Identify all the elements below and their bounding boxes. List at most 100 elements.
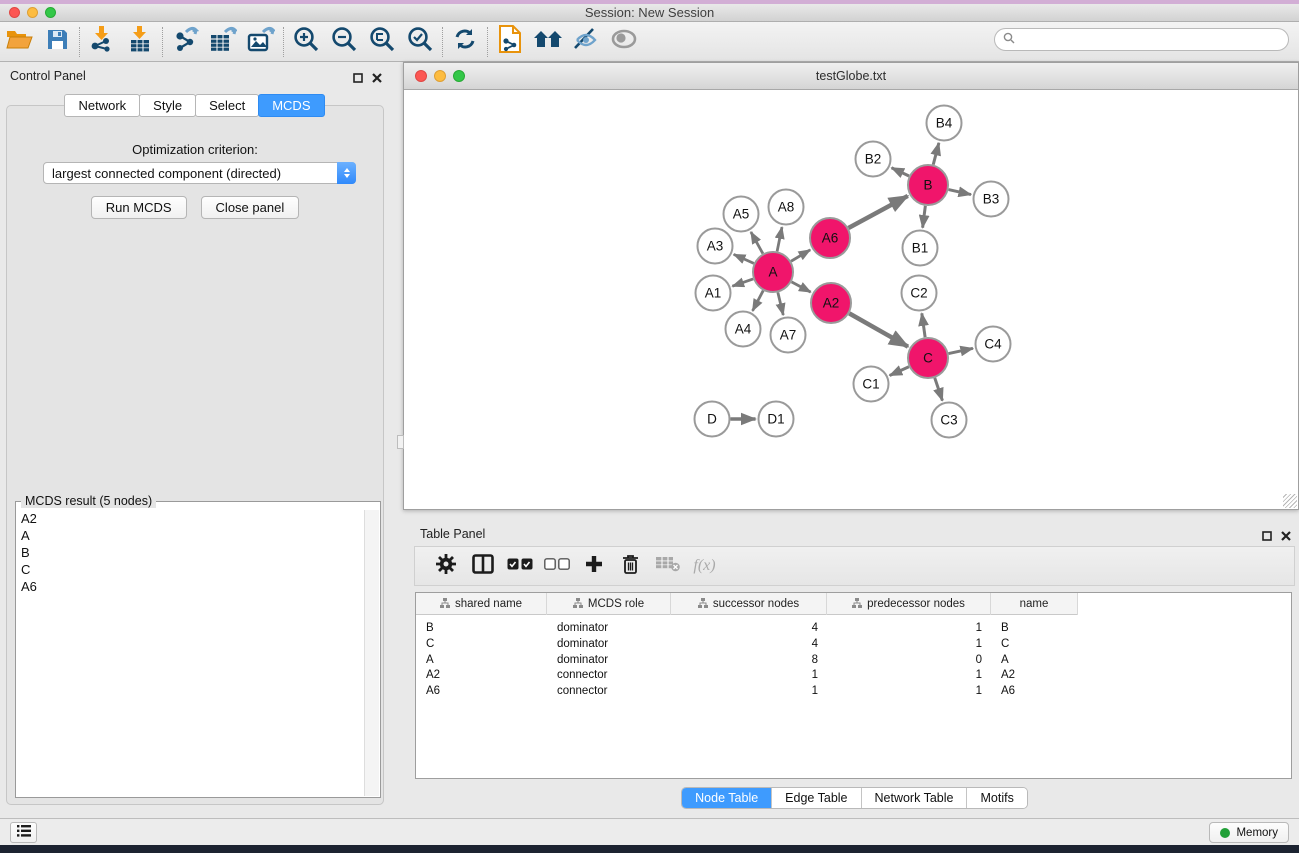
cell-shared-name[interactable]: A — [416, 652, 547, 668]
table-row-B[interactable]: Bdominator41B — [416, 620, 1078, 636]
cell-successor-nodes[interactable]: 8 — [671, 652, 827, 668]
node-B4[interactable]: B4 — [927, 106, 962, 141]
tab-style[interactable]: Style — [139, 94, 196, 117]
window-resize-grip[interactable] — [1283, 494, 1297, 508]
edge-A-A6[interactable] — [791, 250, 810, 261]
node-B1[interactable]: B1 — [903, 231, 938, 266]
column-header-MCDS-role[interactable]: MCDS role — [547, 593, 671, 615]
mcds-result-item[interactable]: B — [17, 544, 365, 561]
memory-button[interactable]: Memory — [1209, 822, 1289, 843]
table-row-A[interactable]: Adominator80A — [416, 652, 1078, 668]
network-close-button[interactable] — [415, 70, 427, 82]
edge-A-A8[interactable] — [777, 227, 782, 251]
split-divider-handle[interactable] — [397, 435, 404, 449]
show-details-button[interactable] — [605, 25, 643, 59]
cell-successor-nodes[interactable]: 1 — [671, 683, 827, 699]
node-D[interactable]: D — [695, 402, 730, 437]
zoom-selected-button[interactable] — [401, 25, 439, 59]
cell-shared-name[interactable]: A2 — [416, 667, 547, 683]
node-A3[interactable]: A3 — [698, 229, 733, 264]
cell-shared-name[interactable]: A6 — [416, 683, 547, 699]
edge-A-A5[interactable] — [751, 232, 763, 254]
cell-predecessor-nodes[interactable]: 1 — [827, 667, 991, 683]
node-A8[interactable]: A8 — [769, 190, 804, 225]
cell-predecessor-nodes[interactable]: 1 — [827, 683, 991, 699]
zoom-window-button[interactable] — [45, 7, 56, 18]
add-column-button[interactable] — [575, 549, 612, 583]
clear-selection-button[interactable] — [538, 549, 575, 583]
node-C4[interactable]: C4 — [976, 327, 1011, 362]
search-input[interactable] — [1020, 33, 1288, 47]
edge-B-B3[interactable] — [948, 190, 970, 195]
cell-predecessor-nodes[interactable]: 1 — [827, 636, 991, 652]
network-graph[interactable]: B4B2BB3A8A5A6A3B1AA1C2A2A4A7C4CC1C3DD1 — [405, 90, 1298, 509]
tab-node-table[interactable]: Node Table — [682, 788, 772, 808]
table-row-C[interactable]: Cdominator41C — [416, 636, 1078, 652]
network-zoom-button[interactable] — [453, 70, 465, 82]
cell-name[interactable]: C — [991, 636, 1078, 652]
cell-name[interactable]: A6 — [991, 683, 1078, 699]
tab-network[interactable]: Network — [64, 94, 140, 117]
cell-successor-nodes[interactable]: 4 — [671, 620, 827, 636]
zoom-fit-button[interactable] — [363, 25, 401, 59]
edge-A6-B[interactable] — [848, 196, 907, 228]
mcds-result-item[interactable]: A — [17, 527, 365, 544]
node-C1[interactable]: C1 — [854, 367, 889, 402]
float-panel-icon[interactable] — [353, 70, 363, 88]
column-header-shared-name[interactable]: shared name — [416, 593, 547, 615]
column-header-successor-nodes[interactable]: successor nodes — [671, 593, 827, 615]
tab-network-table[interactable]: Network Table — [862, 788, 968, 808]
close-panel-icon[interactable] — [372, 70, 382, 88]
edge-C-C2[interactable] — [922, 313, 925, 337]
cell-MCDS-role[interactable]: dominator — [547, 636, 671, 652]
cell-shared-name[interactable]: B — [416, 620, 547, 636]
edge-C-C4[interactable] — [949, 348, 973, 353]
edge-C-C1[interactable] — [890, 367, 909, 376]
new-network-from-file-button[interactable] — [491, 25, 529, 59]
open-session-button[interactable] — [0, 25, 38, 59]
column-header-predecessor-nodes[interactable]: predecessor nodes — [827, 593, 991, 615]
task-history-button[interactable] — [10, 822, 37, 843]
edge-A-A7[interactable] — [778, 292, 783, 315]
export-image-button[interactable] — [242, 25, 280, 59]
hide-details-button[interactable] — [567, 25, 605, 59]
cell-name[interactable]: A2 — [991, 667, 1078, 683]
cell-MCDS-role[interactable]: dominator — [547, 652, 671, 668]
zoom-in-button[interactable] — [287, 25, 325, 59]
delete-column-button[interactable] — [612, 549, 649, 583]
node-A7[interactable]: A7 — [771, 318, 806, 353]
search-field[interactable] — [994, 28, 1289, 51]
edge-A-A1[interactable] — [732, 279, 753, 286]
cell-predecessor-nodes[interactable]: 1 — [827, 620, 991, 636]
minimize-window-button[interactable] — [27, 7, 38, 18]
column-header-name[interactable]: name — [991, 593, 1078, 615]
export-network-button[interactable] — [166, 25, 204, 59]
edge-B-B1[interactable] — [923, 206, 926, 228]
show-columns-button[interactable] — [464, 549, 501, 583]
edge-B-B2[interactable] — [892, 168, 909, 176]
cell-name[interactable]: A — [991, 652, 1078, 668]
node-C3[interactable]: C3 — [932, 403, 967, 438]
import-network-button[interactable] — [83, 25, 121, 59]
node-A1[interactable]: A1 — [696, 276, 731, 311]
node-B3[interactable]: B3 — [974, 182, 1009, 217]
table-row-A2[interactable]: A2connector11A2 — [416, 667, 1078, 683]
cell-name[interactable]: B — [991, 620, 1078, 636]
node-A[interactable]: A — [753, 252, 793, 292]
cell-predecessor-nodes[interactable]: 0 — [827, 652, 991, 668]
mcds-result-item[interactable]: A6 — [17, 578, 365, 595]
main-titlebar[interactable]: Session: New Session — [0, 4, 1299, 22]
cell-successor-nodes[interactable]: 1 — [671, 667, 827, 683]
node-B2[interactable]: B2 — [856, 142, 891, 177]
node-B[interactable]: B — [908, 165, 948, 205]
close-panel-icon[interactable] — [1281, 528, 1291, 546]
float-panel-icon[interactable] — [1262, 528, 1272, 546]
node-A4[interactable]: A4 — [726, 312, 761, 347]
cell-shared-name[interactable]: C — [416, 636, 547, 652]
homes-button[interactable] — [529, 25, 567, 59]
mcds-list-scrollbar[interactable] — [364, 510, 379, 796]
tab-select[interactable]: Select — [195, 94, 259, 117]
import-table-button[interactable] — [121, 25, 159, 59]
run-mcds-button[interactable]: Run MCDS — [91, 196, 187, 219]
export-table-button[interactable] — [204, 25, 242, 59]
